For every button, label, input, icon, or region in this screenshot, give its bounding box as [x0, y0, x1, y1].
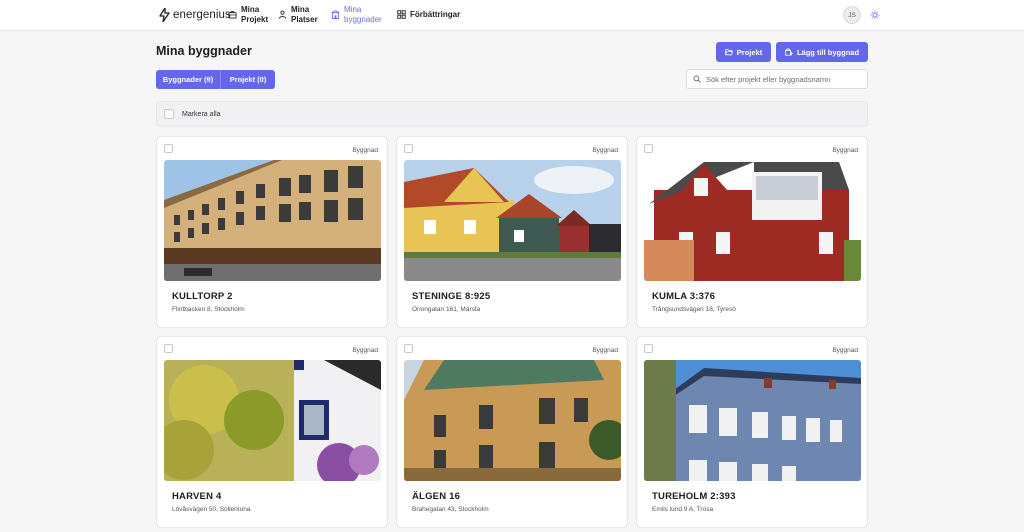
- search-box: [686, 69, 868, 89]
- nav-label: byggnader: [344, 15, 382, 24]
- select-all-checkbox[interactable]: [164, 109, 174, 119]
- nav-item-forbattringar[interactable]: Förbättringar: [397, 10, 460, 20]
- select-all-bar: Markera alla: [156, 101, 868, 127]
- card-type-label: Byggnad: [592, 347, 618, 354]
- building-card[interactable]: Byggnad TUREHOLM 2:393 Emils lund 9 A, T…: [636, 336, 868, 528]
- building-name: KUMLA 3:376: [652, 291, 716, 302]
- building-photo: [164, 160, 381, 281]
- building-name: KULLTORP 2: [172, 291, 233, 302]
- building-name: STENINGE 8:925: [412, 291, 491, 302]
- nav-label: Platser: [291, 15, 318, 24]
- add-building-button-label: Lägg till byggnad: [796, 47, 860, 57]
- building-address: Oriongatan 161, Märsta: [412, 306, 481, 313]
- app-name: energenius: [173, 9, 231, 21]
- building-address: Flintbacken 8, Stockholm: [172, 306, 245, 313]
- project-button-label: Projekt: [736, 47, 763, 57]
- building-card[interactable]: Byggnad KULLTORP 2 Flintbacken 8, Stockh…: [156, 136, 388, 328]
- card-type-label: Byggnad: [592, 147, 618, 154]
- card-type-label: Byggnad: [832, 147, 858, 154]
- building-photo: [164, 360, 381, 481]
- building-name: TUREHOLM 2:393: [652, 491, 736, 502]
- card-checkbox[interactable]: [164, 344, 173, 353]
- card-checkbox[interactable]: [644, 144, 653, 153]
- lightning-icon: [159, 8, 170, 22]
- building-address: Brahegatan 43, Stockholm: [412, 506, 489, 513]
- nav-label: Förbättringar: [410, 10, 461, 19]
- card-checkbox[interactable]: [164, 144, 173, 153]
- theme-toggle-sun-icon[interactable]: [870, 10, 880, 20]
- page-title: Mina byggnader: [156, 44, 252, 58]
- card-checkbox[interactable]: [404, 144, 413, 153]
- building-card[interactable]: Byggnad KUMLA 3:376 Trångsundsvägen 18, …: [636, 136, 868, 328]
- building-photo: [404, 160, 621, 281]
- card-type-label: Byggnad: [832, 347, 858, 354]
- nav-item-mina-projekt[interactable]: Mina Projekt: [228, 5, 268, 25]
- card-type-label: Byggnad: [352, 347, 378, 354]
- view-tabs: Byggnader (9) Projekt (0): [156, 70, 275, 89]
- search-icon: [693, 75, 701, 83]
- building-name: HARVEN 4: [172, 491, 222, 502]
- building-address: Lövåsvägen 50, Sollentuna: [172, 506, 251, 513]
- building-photo: [644, 160, 861, 281]
- card-checkbox[interactable]: [404, 344, 413, 353]
- card-type-label: Byggnad: [352, 147, 378, 154]
- building-address: Trångsundsvägen 18, Tyresö: [652, 306, 736, 313]
- briefcase-icon: [228, 11, 237, 19]
- building-name: ÄLGEN 16: [412, 491, 461, 502]
- add-building-button[interactable]: Lägg till byggnad: [776, 42, 868, 62]
- tab-byggnader[interactable]: Byggnader (9): [156, 70, 221, 89]
- nav-item-mina-platser[interactable]: Mina Platser: [278, 5, 318, 25]
- user-avatar[interactable]: JS: [843, 6, 861, 24]
- card-checkbox[interactable]: [644, 344, 653, 353]
- building-card[interactable]: Byggnad HARVEN 4 Lövåsvägen 50, Sollentu…: [156, 336, 388, 528]
- nav-label: Mina: [291, 5, 310, 14]
- building-photo: [644, 360, 861, 481]
- building-address: Emils lund 9 A, Trosa: [652, 506, 714, 513]
- nav-label: Mina: [241, 5, 260, 14]
- project-button[interactable]: Projekt: [716, 42, 771, 62]
- building-photo: [404, 360, 621, 481]
- nav-item-mina-byggnader[interactable]: Mina byggnader: [331, 5, 382, 25]
- top-navigation-bar: energenius Mina Projekt Mina Platser Mina b…: [0, 0, 1024, 31]
- nav-label: Projekt: [241, 15, 269, 24]
- nav-label: Mina: [344, 5, 362, 14]
- select-all-label: Markera alla: [182, 110, 221, 118]
- add-building-icon: [785, 48, 793, 56]
- folder-open-icon: [725, 49, 733, 56]
- tab-projekt[interactable]: Projekt (0): [221, 70, 275, 89]
- building-card[interactable]: Byggnad STENINGE 8:925 Oriongatan 161, M…: [396, 136, 628, 328]
- grid-icon: [397, 10, 406, 19]
- energenius-logo[interactable]: energenius: [159, 8, 231, 22]
- person-icon: [278, 10, 287, 19]
- building-card[interactable]: Byggnad ÄLGEN 16 Brahegatan 43, Stockhol…: [396, 336, 628, 528]
- building-icon: [331, 10, 340, 19]
- search-input[interactable]: [706, 74, 866, 84]
